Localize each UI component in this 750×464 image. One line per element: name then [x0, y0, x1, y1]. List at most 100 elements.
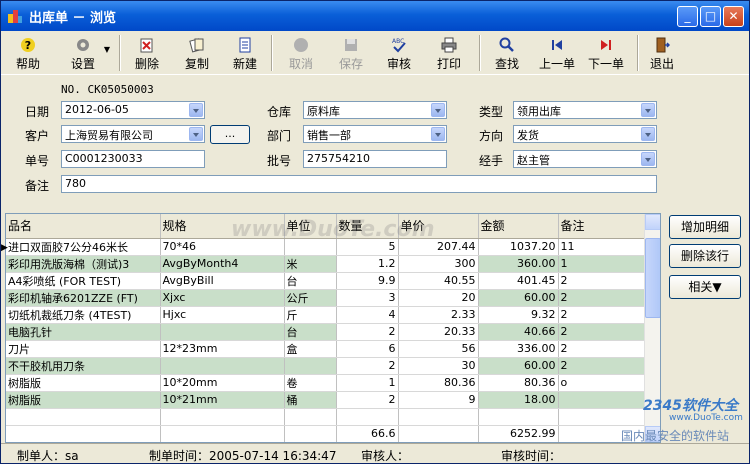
remark-input[interactable]: 780	[61, 175, 657, 193]
chevron-down-icon[interactable]	[189, 103, 203, 117]
cell-amount[interactable]: 18.00	[478, 391, 559, 409]
cell-remark[interactable]: 2	[558, 289, 647, 307]
add-detail-button[interactable]: 增加明细	[669, 215, 741, 239]
department-combo[interactable]: 销售一部	[303, 125, 447, 143]
delete-row-button[interactable]: 删除该行	[669, 244, 741, 268]
direction-combo[interactable]: 发货	[513, 125, 657, 143]
date-combo[interactable]: 2012-06-05	[61, 101, 205, 119]
cell-price[interactable]: 40.55	[398, 272, 479, 290]
cell-name[interactable]: 不干胶机用刀条	[6, 357, 161, 375]
cell-qty[interactable]: 3	[336, 289, 399, 307]
empty-cell[interactable]	[160, 408, 285, 426]
cell-spec[interactable]: Xjxc	[160, 289, 285, 307]
cell-amount[interactable]: 401.45	[478, 272, 559, 290]
table-row[interactable]: A4彩喷纸 (FOR TEST) AvgByBill 台 9.9 40.55 401.45…	[6, 272, 647, 290]
cell-unit[interactable]: 盒	[284, 340, 337, 358]
cell-amount[interactable]: 336.00	[478, 340, 559, 358]
cell-qty[interactable]: 2	[336, 357, 399, 375]
scroll-up-button[interactable]	[645, 214, 660, 230]
handler-combo[interactable]: 赵主管	[513, 150, 657, 168]
cell-name[interactable]: 电脑孔针	[6, 323, 161, 341]
cell-spec[interactable]: 12*23mm	[160, 340, 285, 358]
cell-remark[interactable]: 2	[558, 323, 647, 341]
table-row[interactable]: 切纸机裁纸刀条 (4TEST) Hjxc 斤 4 2.33 9.32 2	[6, 306, 647, 324]
table-row[interactable]: 不干胶机用刀条 2 30 60.00 2	[6, 357, 647, 375]
cell-amount[interactable]: 80.36	[478, 374, 559, 392]
cell-unit[interactable]: 台	[284, 272, 337, 290]
cell-unit[interactable]: 斤	[284, 306, 337, 324]
cell-unit[interactable]: 卷	[284, 374, 337, 392]
chevron-down-icon[interactable]	[641, 103, 655, 117]
chevron-down-icon[interactable]	[189, 127, 203, 141]
cell-unit[interactable]	[284, 357, 337, 375]
delete-button[interactable]: 删除	[129, 33, 165, 73]
scroll-thumb[interactable]	[645, 238, 660, 318]
table-row[interactable]: 彩印用洗版海棉（测试)3 AvgByMonth4 米 1.2 300 360.00 1	[6, 255, 647, 273]
cell-name[interactable]: 进口双面胶7公分46米长	[6, 238, 161, 256]
cell-spec[interactable]: AvgByMonth4	[160, 255, 285, 273]
table-row-empty[interactable]	[6, 408, 647, 426]
cell-qty[interactable]: 1.2	[336, 255, 399, 273]
column-header-name[interactable]: 品名	[6, 214, 161, 239]
detail-grid[interactable]: 品名 规格 单位 数量 单价 金额 备注 进口双面胶7公分46米长 70*46 5 2…	[5, 213, 661, 443]
previous-record-button[interactable]: 上一单	[535, 33, 579, 73]
table-row[interactable]: 树脂版 10*21mm 桶 2 9 18.00	[6, 391, 647, 409]
cell-remark[interactable]: 2	[558, 357, 647, 375]
new-button[interactable]: 新建	[227, 33, 263, 73]
cell-remark[interactable]: 11	[558, 238, 647, 256]
chevron-down-icon[interactable]	[431, 127, 445, 141]
type-combo[interactable]: 领用出库	[513, 101, 657, 119]
customer-browse-button[interactable]: ...	[210, 125, 250, 144]
cell-spec[interactable]: AvgByBill	[160, 272, 285, 290]
cell-spec[interactable]: 10*21mm	[160, 391, 285, 409]
cell-amount[interactable]: 60.00	[478, 289, 559, 307]
find-button[interactable]: 查找	[489, 33, 525, 73]
cell-qty[interactable]: 2	[336, 323, 399, 341]
maximize-button[interactable]: □	[700, 6, 721, 27]
exit-button[interactable]: 退出	[645, 33, 679, 73]
cell-name[interactable]: 彩印机轴承6201ZZE (FT)	[6, 289, 161, 307]
cell-amount[interactable]: 360.00	[478, 255, 559, 273]
cell-name[interactable]: 彩印用洗版海棉（测试)3	[6, 255, 161, 273]
related-dropdown-button[interactable]: 相关▼	[669, 275, 741, 299]
cell-remark[interactable]: 1	[558, 255, 647, 273]
cell-amount[interactable]: 60.00	[478, 357, 559, 375]
save-button[interactable]: 保存	[333, 33, 369, 73]
empty-cell[interactable]	[478, 408, 559, 426]
customer-combo[interactable]: 上海贸易有限公司	[61, 125, 205, 143]
cell-name[interactable]: 刀片	[6, 340, 161, 358]
cell-qty[interactable]: 4	[336, 306, 399, 324]
warehouse-combo[interactable]: 原料库	[303, 101, 447, 119]
cell-amount[interactable]: 40.66	[478, 323, 559, 341]
cell-price[interactable]: 20	[398, 289, 479, 307]
chevron-down-icon[interactable]	[431, 103, 445, 117]
close-button[interactable]: ✕	[723, 6, 744, 27]
cell-qty[interactable]: 6	[336, 340, 399, 358]
cell-price[interactable]: 2.33	[398, 306, 479, 324]
cell-amount[interactable]: 1037.20	[478, 238, 559, 256]
table-row[interactable]: 电脑孔针台 2 20.33 40.66 2	[6, 323, 647, 341]
empty-cell[interactable]	[6, 408, 161, 426]
empty-cell[interactable]	[284, 408, 337, 426]
cell-amount[interactable]: 9.32	[478, 306, 559, 324]
cell-remark[interactable]: 2	[558, 272, 647, 290]
chevron-down-icon[interactable]	[641, 152, 655, 166]
cell-unit[interactable]: 米	[284, 255, 337, 273]
cell-unit[interactable]: 台	[284, 323, 337, 341]
order-no-input[interactable]: C0001230033	[61, 150, 205, 168]
cell-unit[interactable]: 桶	[284, 391, 337, 409]
chevron-down-icon[interactable]	[641, 127, 655, 141]
approve-button[interactable]: ABC 审核	[381, 33, 417, 73]
cancel-button[interactable]: 取消	[283, 33, 319, 73]
cell-qty[interactable]: 2	[336, 391, 399, 409]
cell-price[interactable]: 80.36	[398, 374, 479, 392]
empty-cell[interactable]	[336, 408, 399, 426]
cell-name[interactable]: 树脂版	[6, 391, 161, 409]
table-row[interactable]: 树脂版 10*20mm 卷 1 80.36 80.36 o	[6, 374, 647, 392]
print-button[interactable]: 打印	[431, 33, 467, 73]
table-row[interactable]: 彩印机轴承6201ZZE (FT) Xjxc 公斤 3 20 60.00 2	[6, 289, 647, 307]
cell-price[interactable]: 9	[398, 391, 479, 409]
empty-cell[interactable]	[398, 408, 479, 426]
cell-spec[interactable]	[160, 357, 285, 375]
cell-name[interactable]: 树脂版	[6, 374, 161, 392]
